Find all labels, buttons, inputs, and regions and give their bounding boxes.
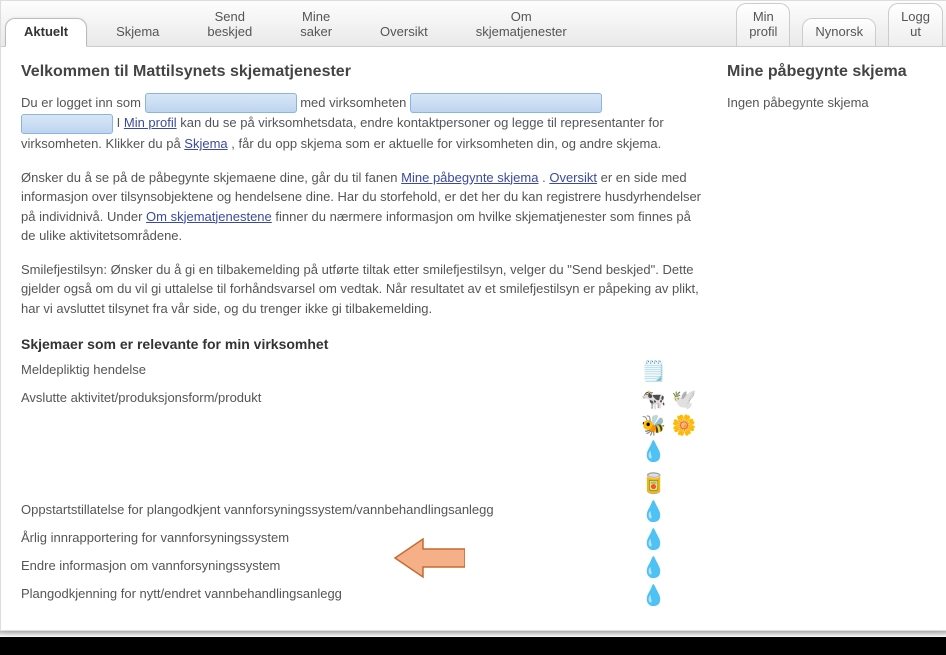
form-row-label: Avslutte aktivitet/produksjonsform/produ… [21, 390, 641, 405]
drop-icon: 💧 [641, 586, 666, 606]
org-name-field [410, 93, 602, 113]
jar-icon: 🥫 [641, 474, 666, 494]
intro-paragraph-3: Smilefjestilsyn: Ønsker du å gi en tilba… [21, 260, 707, 319]
tab-min-profil[interactable]: Min profil [736, 3, 790, 46]
main-column: Velkommen til Mattilsynets skjematjenest… [21, 59, 727, 610]
form-row-icons: 🐄 🕊️ 🐝 🌼 💧 🥫 [641, 390, 707, 494]
tab-send-beskjed[interactable]: Send beskjed [188, 3, 271, 46]
link-skjema[interactable]: Skjema [184, 136, 227, 151]
form-row[interactable]: Årlig innrapportering for vannforsynings… [21, 526, 707, 554]
form-row-icons: 🗒️ [641, 362, 707, 382]
intro-paragraph-1: Du er logget inn som med virksomheten I … [21, 93, 707, 154]
form-row-label: Plangodkjenning for nytt/endret vannbeha… [21, 586, 641, 601]
form-row[interactable]: Meldepliktig hendelse🗒️ [21, 358, 707, 386]
bee-icon: 🐝 [641, 416, 666, 436]
tab-nynorsk[interactable]: Nynorsk [802, 18, 876, 46]
cow-icon: 🐄 [641, 390, 666, 410]
intro-text: I [117, 115, 124, 130]
tab-om-skjematjenester[interactable]: Om skjematjenester [457, 3, 586, 46]
link-mine-pabegynte[interactable]: Mine påbegynte skjema [401, 170, 538, 185]
form-row-label: Endre informasjon om vannforsyningssyste… [21, 558, 641, 573]
drop-icon: 💧 [641, 530, 666, 550]
form-row-icons: 💧 [641, 586, 707, 606]
content-area: Velkommen til Mattilsynets skjematjenest… [1, 47, 946, 630]
link-om-skjematjenestene[interactable]: Om skjematjenestene [146, 209, 272, 224]
form-row[interactable]: Endre informasjon om vannforsyningssyste… [21, 554, 707, 582]
tab-aktuelt[interactable]: Aktuelt [5, 18, 87, 47]
flower-icon: 🌼 [672, 416, 697, 436]
form-row[interactable]: Oppstartstillatelse for plangodkjent van… [21, 498, 707, 526]
bottom-crop-strip [0, 637, 946, 655]
drop-icon: 💧 [641, 442, 666, 462]
org-extra-field [21, 114, 113, 134]
tab-bar: Aktuelt Skjema Send beskjed Mine saker O… [1, 1, 946, 47]
tab-mine-saker[interactable]: Mine saker [281, 3, 351, 46]
form-row[interactable]: Plangodkjenning for nytt/endret vannbeha… [21, 582, 707, 610]
drop-icon: 💧 [641, 558, 666, 578]
notepad-icon: 🗒️ [641, 362, 666, 382]
tab-oversikt[interactable]: Oversikt [361, 18, 447, 46]
form-row-icons: 💧 [641, 502, 707, 522]
form-row[interactable]: Avslutte aktivitet/produksjonsform/produ… [21, 386, 707, 498]
app-window: Aktuelt Skjema Send beskjed Mine saker O… [0, 0, 946, 631]
intro-text: , får du opp skjema som er aktuelle for … [231, 136, 661, 151]
tab-skjema[interactable]: Skjema [97, 18, 178, 46]
intro-text: med virksomheten [300, 95, 410, 110]
form-row-label: Meldepliktig hendelse [21, 362, 641, 377]
relevant-forms-list: Meldepliktig hendelse🗒️Avslutte aktivite… [21, 358, 707, 610]
intro-text: Ønsker du å se på de påbegynte skjemaene… [21, 170, 401, 185]
bird-icon: 🕊️ [672, 390, 697, 410]
tab-logg-ut[interactable]: Logg ut [888, 3, 943, 46]
drop-icon: 💧 [641, 502, 666, 522]
link-min-profil[interactable]: Min profil [124, 115, 177, 130]
side-column: Mine påbegynte skjema Ingen påbegynte sk… [727, 59, 927, 610]
link-oversikt[interactable]: Oversikt [549, 170, 597, 185]
form-row-label: Årlig innrapportering for vannforsynings… [21, 530, 641, 545]
form-row-icons: 💧 [641, 530, 707, 550]
form-row-icons: 💧 [641, 558, 707, 578]
relevant-forms-heading: Skjemaer som er relevante for min virkso… [21, 336, 707, 352]
user-name-field [145, 93, 297, 113]
form-row-label: Oppstartstillatelse for plangodkjent van… [21, 502, 641, 517]
intro-text: Du er logget inn som [21, 95, 145, 110]
side-empty-text: Ingen påbegynte skjema [727, 93, 927, 113]
side-title: Mine påbegynte skjema [727, 63, 927, 81]
intro-paragraph-2: Ønsker du å se på de påbegynte skjemaene… [21, 168, 707, 246]
page-title: Velkommen til Mattilsynets skjematjenest… [21, 63, 707, 81]
